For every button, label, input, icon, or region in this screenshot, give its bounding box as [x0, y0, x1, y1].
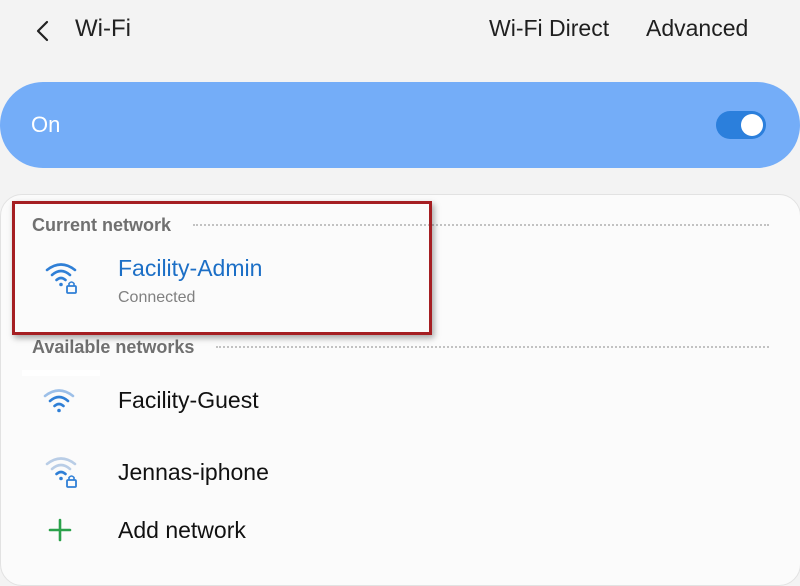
current-network-name: Facility-Admin [118, 255, 263, 281]
top-app-bar: Wi-Fi Wi-Fi Direct Advanced [0, 0, 800, 60]
chevron-left-icon [36, 20, 49, 42]
wifi-master-switch-bar[interactable]: On [0, 82, 800, 168]
master-switch-label: On [31, 112, 61, 137]
plus-icon [48, 518, 72, 542]
network-row-jennas-iphone[interactable]: Jennas-iphone [1, 443, 799, 503]
add-network-row[interactable]: Add network [1, 505, 799, 555]
current-network-status: Connected [118, 289, 196, 306]
toggle-knob [741, 114, 763, 136]
network-row-facility-guest[interactable]: Facility-Guest [1, 371, 799, 431]
add-network-label: Add network [118, 517, 246, 543]
available-networks-header: Available networks [32, 337, 195, 357]
current-network-row[interactable]: Facility-Admin Connected [1, 245, 799, 315]
section-divider [193, 224, 769, 226]
wifi-toggle[interactable] [716, 111, 766, 139]
wifi-direct-link[interactable]: Wi-Fi Direct [489, 15, 609, 42]
network-list-card: Current network Facility-Admin Connected… [0, 194, 800, 586]
advanced-link[interactable]: Advanced [646, 15, 748, 42]
back-button[interactable] [26, 14, 60, 48]
network-name: Jennas-iphone [118, 459, 269, 485]
wifi-icon [43, 389, 75, 413]
wifi-lock-icon [45, 263, 77, 294]
decorative-stripe [22, 370, 100, 376]
current-network-header: Current network [32, 215, 172, 235]
network-name: Facility-Guest [118, 387, 259, 413]
page-title: Wi-Fi [75, 15, 131, 42]
wifi-lock-icon [45, 457, 77, 488]
section-divider [216, 346, 769, 348]
